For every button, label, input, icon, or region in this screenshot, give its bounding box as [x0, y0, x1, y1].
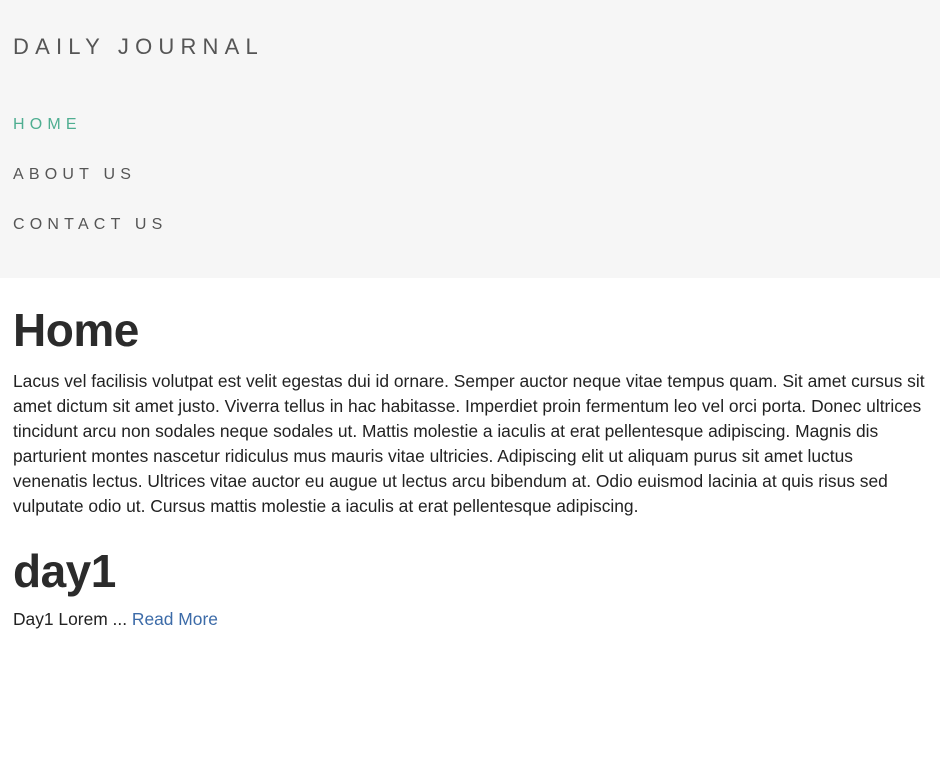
- page-title: Home: [13, 304, 139, 356]
- nav-link-about-us[interactable]: ABOUT US: [13, 163, 136, 187]
- main-content: Home Lacus vel facilisis volutpat est ve…: [0, 278, 940, 632]
- nav-item-contact-us: CONTACT US: [13, 213, 168, 263]
- nav-link-contact-us[interactable]: CONTACT US: [13, 213, 168, 237]
- read-more-link[interactable]: Read More: [132, 609, 218, 629]
- post-item: day1 Day1 Lorem ... Read More: [13, 545, 927, 632]
- nav-link-home[interactable]: HOME: [13, 113, 82, 137]
- nav-item-about-us: ABOUT US: [13, 163, 168, 213]
- intro-paragraph: Lacus vel facilisis volutpat est velit e…: [13, 371, 925, 516]
- main-nav: HOME ABOUT US CONTACT US: [13, 113, 168, 263]
- site-brand[interactable]: DAILY JOURNAL: [13, 33, 264, 61]
- site-header: DAILY JOURNAL HOME ABOUT US CONTACT US: [0, 0, 940, 278]
- nav-item-home: HOME: [13, 113, 168, 163]
- post-excerpt: Day1 Lorem ...: [13, 609, 132, 629]
- post-excerpt-line: Day1 Lorem ... Read More: [13, 607, 927, 632]
- post-title: day1: [13, 545, 116, 597]
